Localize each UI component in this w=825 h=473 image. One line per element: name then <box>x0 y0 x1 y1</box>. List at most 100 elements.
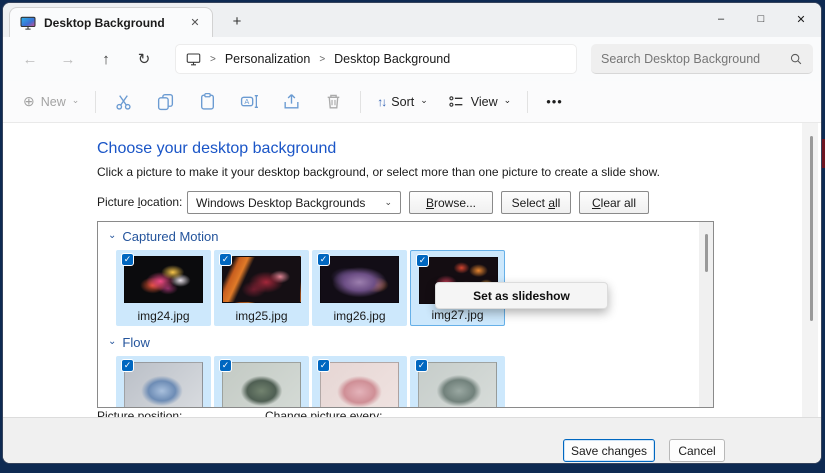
checked-checkbox[interactable]: ✓ <box>317 253 330 266</box>
checkmark-icon: ✓ <box>418 360 426 371</box>
picture-tile-flow-1[interactable]: ✓ <box>116 356 211 408</box>
breadcrumb[interactable]: > Personalization > Desktop Background <box>175 44 577 74</box>
window-controls: – □ ✕ <box>701 3 821 35</box>
svg-text:A: A <box>244 97 249 106</box>
rename-button[interactable]: A <box>228 84 270 120</box>
chevron-down-icon: ⌄ <box>72 96 80 105</box>
cut-icon <box>114 92 133 111</box>
search-box[interactable] <box>591 44 813 74</box>
chevron-down-icon: ⌄ <box>108 230 116 241</box>
picture-tile-img26[interactable]: ✓ img26.jpg <box>312 250 407 326</box>
checkmark-icon: ✓ <box>124 254 132 265</box>
picture-location-value: Windows Desktop Backgrounds <box>196 196 365 210</box>
back-icon[interactable]: ← <box>11 42 49 76</box>
picture-position-label: Picture position: <box>97 409 182 417</box>
page-description: Click a picture to make it your desktop … <box>97 165 660 179</box>
picture-list[interactable]: ⌄ Captured Motion ✓ img24.jpg ✓ img25.jp… <box>97 221 714 408</box>
chevron-down-icon: ⌄ <box>108 336 116 347</box>
chevron-down-icon: ⌄ <box>504 96 512 105</box>
save-changes-button[interactable]: Save changes <box>563 439 655 462</box>
thumbnail-flow-2 <box>222 362 301 408</box>
context-menu-item-set-as-slideshow[interactable]: Set as slideshow <box>473 289 570 303</box>
checked-checkbox[interactable]: ✓ <box>121 253 134 266</box>
delete-button[interactable] <box>312 84 354 120</box>
select-all-button[interactable]: Select all <box>501 191 571 214</box>
thumbnail-img24 <box>124 256 203 303</box>
group-header-captured-motion[interactable]: ⌄ Captured Motion <box>108 229 219 244</box>
thumbnail-flow-4 <box>418 362 497 408</box>
sort-button[interactable]: ↑↓ Sort ⌄ <box>367 84 437 120</box>
search-icon <box>789 52 803 66</box>
picture-tile-img25[interactable]: ✓ img25.jpg <box>214 250 309 326</box>
picture-tile-flow-4[interactable]: ✓ <box>410 356 505 408</box>
forward-icon[interactable]: → <box>49 42 87 76</box>
checkmark-icon: ✓ <box>222 360 230 371</box>
tab-desktop-background[interactable]: Desktop Background ✕ <box>9 7 213 37</box>
copy-button[interactable] <box>144 84 186 120</box>
checked-checkbox[interactable]: ✓ <box>121 359 134 372</box>
breadcrumb-item-desktop-background[interactable]: Desktop Background <box>334 52 450 66</box>
checked-checkbox[interactable]: ✓ <box>416 254 429 267</box>
minimize-icon[interactable]: – <box>701 3 741 35</box>
search-input[interactable] <box>601 52 789 66</box>
breadcrumb-item-personalization[interactable]: Personalization <box>225 52 310 66</box>
group-header-flow[interactable]: ⌄ Flow <box>108 335 150 350</box>
picture-location-select[interactable]: Windows Desktop Backgrounds ⌄ <box>187 191 401 214</box>
navigation-bar: ← → ↑ ↻ > Personalization > Desktop Back… <box>3 37 821 81</box>
cancel-button[interactable]: Cancel <box>669 439 725 462</box>
context-menu: Set as slideshow <box>435 282 608 309</box>
thumbnail-img25 <box>222 256 301 303</box>
picture-tile-img24[interactable]: ✓ img24.jpg <box>116 250 211 326</box>
view-icon <box>448 93 465 110</box>
more-options-icon[interactable]: ••• <box>534 94 575 109</box>
new-button[interactable]: ⊕ New ⌄ <box>3 93 89 110</box>
display-settings-icon <box>20 16 36 30</box>
view-button[interactable]: View ⌄ <box>438 84 521 120</box>
toolbar-divider <box>360 91 361 113</box>
tab-close-icon[interactable]: ✕ <box>186 14 204 32</box>
checkmark-icon: ✓ <box>320 254 328 265</box>
thumbnail-img26 <box>320 256 399 303</box>
cut-button[interactable] <box>102 84 144 120</box>
paste-icon <box>198 92 217 111</box>
monitor-icon <box>186 52 201 66</box>
checkmark-icon: ✓ <box>124 360 132 371</box>
command-toolbar: ⊕ New ⌄ A <box>3 81 821 123</box>
filename-label: img27.jpg <box>411 308 504 322</box>
list-scrollbar-thumb[interactable] <box>705 234 708 272</box>
up-icon[interactable]: ↑ <box>87 42 125 76</box>
checked-checkbox[interactable]: ✓ <box>219 253 232 266</box>
browse-button[interactable]: Browse... <box>409 191 493 214</box>
window-scrollbar[interactable] <box>802 123 818 417</box>
chevron-down-icon: ⌄ <box>420 96 428 105</box>
refresh-icon[interactable]: ↻ <box>125 42 163 76</box>
breadcrumb-chevron-icon: > <box>319 54 325 65</box>
toolbar-divider <box>95 91 96 113</box>
clear-all-button[interactable]: Clear all <box>579 191 649 214</box>
new-tab-icon[interactable]: + <box>225 9 249 33</box>
filename-label: img24.jpg <box>116 309 211 323</box>
picture-tile-flow-2[interactable]: ✓ <box>214 356 309 408</box>
filename-label: img26.jpg <box>312 309 407 323</box>
checked-checkbox[interactable]: ✓ <box>415 359 428 372</box>
chevron-down-icon: ⌄ <box>384 197 392 208</box>
close-icon[interactable]: ✕ <box>781 3 821 35</box>
checked-checkbox[interactable]: ✓ <box>219 359 232 372</box>
picture-location-label: Picture location: <box>97 195 182 209</box>
rename-icon: A <box>240 92 259 111</box>
breadcrumb-chevron-icon: > <box>210 54 216 65</box>
thumbnail-flow-3 <box>320 362 399 408</box>
list-scrollbar[interactable] <box>699 222 713 407</box>
toolbar-divider <box>527 91 528 113</box>
checked-checkbox[interactable]: ✓ <box>317 359 330 372</box>
tab-strip: Desktop Background ✕ + – □ ✕ <box>3 3 821 37</box>
new-plus-icon: ⊕ <box>23 93 35 110</box>
filename-label: img25.jpg <box>214 309 309 323</box>
window-scrollbar-thumb[interactable] <box>810 136 813 321</box>
share-button[interactable] <box>270 84 312 120</box>
footer-bar: Save changes Cancel <box>3 417 821 464</box>
thumbnail-flow-1 <box>124 362 203 408</box>
maximize-icon[interactable]: □ <box>741 3 781 35</box>
paste-button[interactable] <box>186 84 228 120</box>
picture-tile-flow-3[interactable]: ✓ <box>312 356 407 408</box>
